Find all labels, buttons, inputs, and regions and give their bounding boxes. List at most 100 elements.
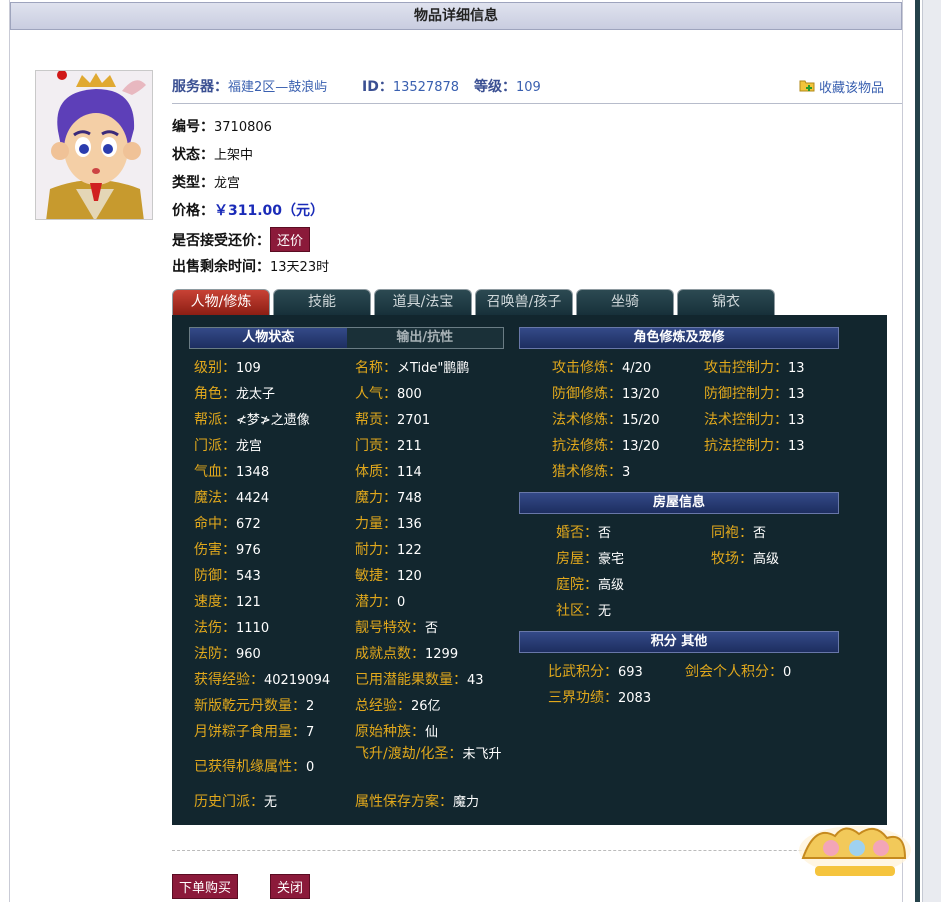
time-left-value: 13天23时 [270, 260, 330, 275]
right-stat-label: 靓号特效： [355, 620, 425, 636]
right-stat-value: 仙 [425, 725, 439, 740]
left-stat-value: 无 [264, 795, 278, 810]
cultivation-label: 抗法控制力： [704, 438, 788, 454]
price-value: ￥311.00（元） [214, 203, 325, 219]
left-stat-label: 角色： [194, 386, 236, 402]
left-stat-row: 历史门派：无 [194, 791, 277, 811]
right-stat-row: 力量：136 [355, 513, 422, 533]
right-stat-row: 帮贡：2701 [355, 409, 430, 429]
cultivation-row: 抗法控制力：13 [704, 435, 805, 455]
house-label: 庭院： [556, 577, 598, 593]
right-stat-label: 原始种族： [355, 724, 425, 740]
number-field: 编号：3710806 [172, 116, 272, 136]
left-stat-value: 0 [306, 760, 315, 775]
favorite-label: 收藏该物品 [818, 81, 884, 96]
cultivation-value: 13/20 [622, 387, 660, 402]
price-field: 价格：￥311.00（元） [172, 200, 324, 220]
right-stat-label: 敏捷： [355, 568, 397, 584]
left-stat-label: 已获得机缘属性： [194, 759, 306, 775]
character-panel: 人物状态 输出/抗性 角色修炼及宠修 房屋信息 积分 其他 级别：109 角色：龙… [172, 315, 887, 825]
watermark-logo [795, 818, 913, 882]
cultivation-row: 防御修炼：13/20 [552, 383, 659, 403]
right-stat-label: 属性保存方案： [355, 794, 453, 810]
house-row: 庭院：高级 [556, 574, 624, 594]
left-stat-value: 543 [236, 569, 261, 584]
left-stat-value: 4424 [236, 491, 270, 506]
tab-character[interactable]: 人物/修炼 [172, 289, 270, 315]
cultivation-row: 法术控制力：13 [704, 409, 805, 429]
right-stat-value: 否 [425, 621, 439, 636]
left-stat-row: 级别：109 [194, 357, 261, 377]
house-row: 婚否：否 [556, 522, 611, 542]
left-stat-value: 40219094 [264, 673, 331, 688]
house-row: 房屋：豪宅 [556, 548, 624, 568]
right-stat-row: 名称：メTide"鹏鹏 [355, 357, 469, 377]
time-left-field: 出售剩余时间：13天23时 [172, 256, 329, 276]
right-stat-row: 耐力：122 [355, 539, 422, 559]
left-stat-label: 气血： [194, 464, 236, 480]
right-stat-value: 800 [397, 387, 422, 402]
cultivation-label: 猎术修炼： [552, 464, 622, 480]
points-row: 比武积分：693 [548, 661, 643, 681]
right-stat-row: 潜力：0 [355, 591, 405, 611]
house-value: 高级 [598, 578, 625, 593]
right-stat-label: 名称： [355, 360, 397, 376]
house-row: 社区：无 [556, 600, 611, 620]
tab-mounts[interactable]: 坐骑 [576, 289, 674, 315]
type-label: 类型： [172, 175, 214, 191]
number-value: 3710806 [214, 120, 272, 135]
output-resist-subtab[interactable]: 输出/抗性 [346, 328, 503, 348]
right-stat-value: 114 [397, 465, 422, 480]
right-stat-label: 力量： [355, 516, 397, 532]
char-status-subtab[interactable]: 人物状态 [190, 328, 347, 348]
cultivation-row: 防御控制力：13 [704, 383, 805, 403]
left-stat-row: 新版乾元丹数量：2 [194, 695, 314, 715]
left-stat-value: 109 [236, 361, 261, 376]
house-row: 牧场：高级 [711, 548, 779, 568]
cultivation-value: 13 [788, 413, 805, 428]
close-button[interactable]: 关闭 [270, 874, 311, 899]
right-stat-label: 成就点数： [355, 646, 425, 662]
right-stat-value: 未飞升 [462, 747, 502, 762]
right-stat-value: 748 [397, 491, 422, 506]
right-stat-value: 魔力 [453, 795, 480, 810]
left-stat-label: 帮派： [194, 412, 236, 428]
right-stat-value: 1299 [425, 647, 459, 662]
right-stat-row: 总经验：26亿 [355, 695, 441, 715]
bargain-button[interactable]: 还价 [270, 227, 311, 252]
buy-button[interactable]: 下单购买 [172, 874, 239, 899]
left-stat-value: 121 [236, 595, 261, 610]
time-left-label: 出售剩余时间： [172, 259, 270, 275]
cultivation-row: 猎术修炼：3 [552, 461, 630, 481]
id-value: 13527878 [392, 80, 460, 95]
left-stat-row: 已获得机缘属性：0 [194, 756, 314, 776]
cultivation-row: 攻击控制力：13 [704, 357, 805, 377]
right-stat-label: 耐力： [355, 542, 397, 558]
right-stat-row: 人气：800 [355, 383, 422, 403]
left-stat-row: 角色：龙太子 [194, 383, 275, 403]
left-stat-label: 新版乾元丹数量： [194, 698, 306, 714]
right-stat-row: 靓号特效：否 [355, 617, 438, 637]
tab-pets[interactable]: 召唤兽/孩子 [475, 289, 573, 315]
level-label: 等级： [474, 79, 516, 95]
house-value: 高级 [753, 552, 780, 567]
left-stat-row: 速度：121 [194, 591, 261, 611]
left-stat-row: 门派：龙宫 [194, 435, 262, 455]
house-label: 同袍： [711, 525, 753, 541]
points-row: 三界功绩：2083 [548, 687, 651, 707]
cultivation-label: 抗法修炼： [552, 438, 622, 454]
tab-items[interactable]: 道具/法宝 [374, 289, 472, 315]
left-stat-label: 月饼粽子食用量： [194, 724, 306, 740]
right-stat-label: 潜力： [355, 594, 397, 610]
tab-costumes[interactable]: 锦衣 [677, 289, 775, 315]
favorite-item-link[interactable]: 收藏该物品 [799, 77, 884, 96]
cultivation-value: 13 [788, 361, 805, 376]
left-stat-label: 伤害： [194, 542, 236, 558]
left-stat-value: 1348 [236, 465, 270, 480]
right-stat-row: 原始种族：仙 [355, 721, 438, 741]
right-stat-row: 魔力：748 [355, 487, 422, 507]
house-value: 否 [598, 526, 612, 541]
left-stat-label: 级别： [194, 360, 236, 376]
tab-skills[interactable]: 技能 [273, 289, 371, 315]
left-stat-row: 伤害：976 [194, 539, 261, 559]
